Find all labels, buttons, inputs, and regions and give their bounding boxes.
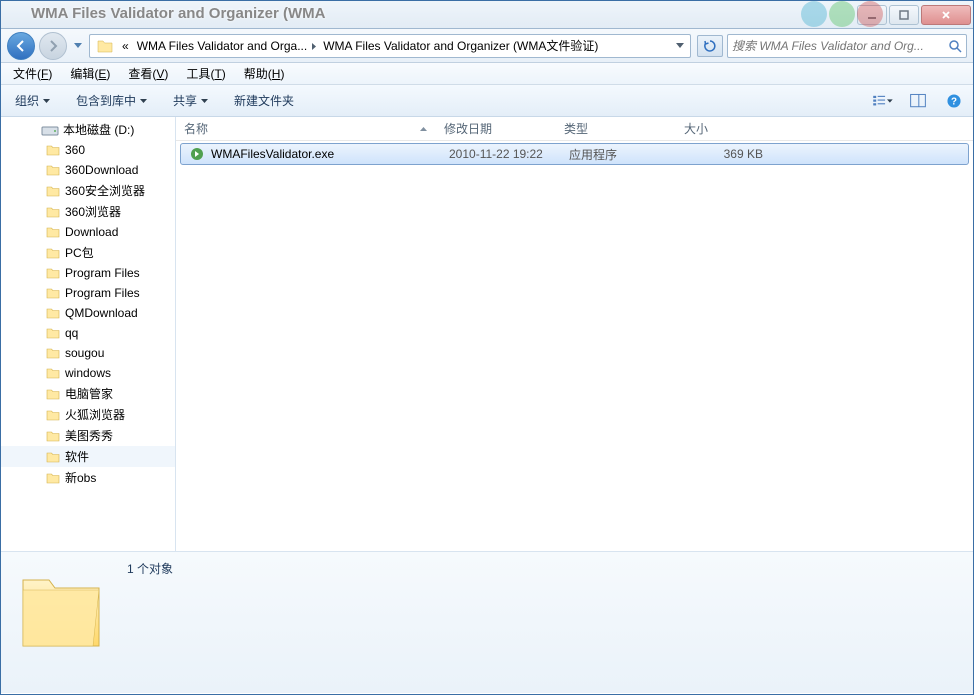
tree-item[interactable]: 火狐浏览器 [1, 404, 175, 425]
column-date[interactable]: 修改日期 [436, 117, 556, 140]
close-button[interactable] [921, 5, 971, 25]
tree-item[interactable]: Program Files [1, 283, 175, 303]
chevron-right-icon [311, 40, 319, 52]
menu-bar: 文件(F) 编辑(E) 查看(V) 工具(T) 帮助(H) [1, 63, 973, 85]
tree-item[interactable]: 360 [1, 140, 175, 160]
tree-item[interactable]: 新obs [1, 467, 175, 488]
address-bar[interactable]: « WMA Files Validator and Orga... WMA Fi… [89, 34, 691, 58]
folder-icon [45, 305, 61, 321]
file-name: WMAFilesValidator.exe [211, 147, 334, 161]
drive-icon [41, 123, 59, 137]
menu-view[interactable]: 查看(V) [120, 63, 176, 84]
content-pane: 名称 修改日期 类型 大小 WMAFilesValidator.exe 2010… [176, 117, 973, 551]
new-folder-button[interactable]: 新建文件夹 [228, 89, 300, 112]
explorer-window: WMA Files Validator and Organizer (WMA [0, 0, 974, 695]
breadcrumb-part-0[interactable]: WMA Files Validator and Orga... [133, 39, 312, 53]
file-date: 2010-11-22 19:22 [449, 147, 543, 161]
search-box[interactable] [727, 34, 967, 58]
title-bar: WMA Files Validator and Organizer (WMA [1, 1, 973, 29]
tree-item[interactable]: 360安全浏览器 [1, 180, 175, 201]
address-row: « WMA Files Validator and Orga... WMA Fi… [1, 29, 973, 63]
breadcrumb-part-1[interactable]: WMA Files Validator and Organizer (WMA文件… [319, 37, 602, 54]
tree-item[interactable]: 360Download [1, 160, 175, 180]
tree-item[interactable]: 美图秀秀 [1, 425, 175, 446]
view-options-button[interactable] [871, 90, 893, 112]
preview-pane-button[interactable] [907, 90, 929, 112]
breadcrumb-prefix[interactable]: « [118, 39, 133, 53]
tree-item[interactable]: windows [1, 363, 175, 383]
folder-icon [45, 265, 61, 281]
command-bar: 组织 包含到库中 共享 新建文件夹 ? [1, 85, 973, 117]
organize-button[interactable]: 组织 [9, 89, 56, 112]
details-text: 1 个对象 [127, 558, 173, 687]
folder-icon [45, 224, 61, 240]
search-icon [948, 39, 962, 53]
menu-tools[interactable]: 工具(T) [178, 63, 233, 84]
address-dropdown[interactable] [672, 43, 688, 48]
tree-item[interactable]: Download [1, 222, 175, 242]
tree-drive[interactable]: 本地磁盘 (D:) [1, 119, 175, 140]
tree-item[interactable]: 360浏览器 [1, 201, 175, 222]
folder-icon [45, 162, 61, 178]
folder-icon [45, 407, 61, 423]
file-row[interactable]: WMAFilesValidator.exe 2010-11-22 19:22 应… [180, 143, 969, 165]
help-button[interactable]: ? [943, 90, 965, 112]
folder-icon [45, 428, 61, 444]
refresh-button[interactable] [697, 35, 723, 57]
maximize-button[interactable] [889, 5, 919, 25]
window-title-blur: WMA Files Validator and Organizer (WMA [31, 5, 325, 22]
file-list[interactable]: WMAFilesValidator.exe 2010-11-22 19:22 应… [176, 141, 973, 551]
main-area: 本地磁盘 (D:) 360360Download360安全浏览器360浏览器Do… [1, 117, 973, 551]
folder-icon [45, 204, 61, 220]
sort-arrow-icon [420, 127, 427, 131]
folder-icon [45, 470, 61, 486]
search-input[interactable] [732, 39, 948, 53]
breadcrumb: « WMA Files Validator and Orga... WMA Fi… [118, 37, 672, 54]
folder-icon [45, 285, 61, 301]
folder-icon [45, 449, 61, 465]
file-type: 应用程序 [569, 146, 617, 163]
folder-icon [45, 345, 61, 361]
folder-icon [45, 365, 61, 381]
folder-icon [45, 325, 61, 341]
include-in-library-button[interactable]: 包含到库中 [70, 89, 153, 112]
svg-text:?: ? [951, 96, 957, 107]
folder-icon [45, 142, 61, 158]
tree-item[interactable]: 软件 [1, 446, 175, 467]
chevron-down-icon [43, 99, 50, 103]
menu-help[interactable]: 帮助(H) [236, 63, 293, 84]
column-name[interactable]: 名称 [176, 117, 436, 140]
back-button[interactable] [7, 32, 35, 60]
menu-edit[interactable]: 编辑(E) [62, 63, 118, 84]
folder-icon [45, 183, 61, 199]
share-button[interactable]: 共享 [167, 89, 214, 112]
folder-thumbnail [11, 558, 111, 688]
menu-file[interactable]: 文件(F) [5, 63, 60, 84]
tree-item[interactable]: PC包 [1, 242, 175, 263]
folder-icon [45, 245, 61, 261]
chevron-down-icon [140, 99, 147, 103]
folder-icon [96, 37, 114, 55]
details-pane: 1 个对象 [1, 551, 973, 693]
column-type[interactable]: 类型 [556, 117, 676, 140]
forward-button[interactable] [39, 32, 67, 60]
chevron-down-icon [887, 99, 893, 103]
bg-decoration [801, 1, 883, 27]
exe-icon [189, 146, 205, 162]
nav-tree[interactable]: 本地磁盘 (D:) 360360Download360安全浏览器360浏览器Do… [1, 117, 176, 551]
nav-history-dropdown[interactable] [71, 35, 85, 57]
tree-item[interactable]: 电脑管家 [1, 383, 175, 404]
tree-item[interactable]: Program Files [1, 263, 175, 283]
column-headers: 名称 修改日期 类型 大小 [176, 117, 973, 141]
tree-item[interactable]: QMDownload [1, 303, 175, 323]
tree-item[interactable]: qq [1, 323, 175, 343]
tree-item[interactable]: sougou [1, 343, 175, 363]
chevron-down-icon [201, 99, 208, 103]
file-size: 369 KB [724, 147, 763, 161]
column-size[interactable]: 大小 [676, 117, 766, 140]
folder-icon [45, 386, 61, 402]
